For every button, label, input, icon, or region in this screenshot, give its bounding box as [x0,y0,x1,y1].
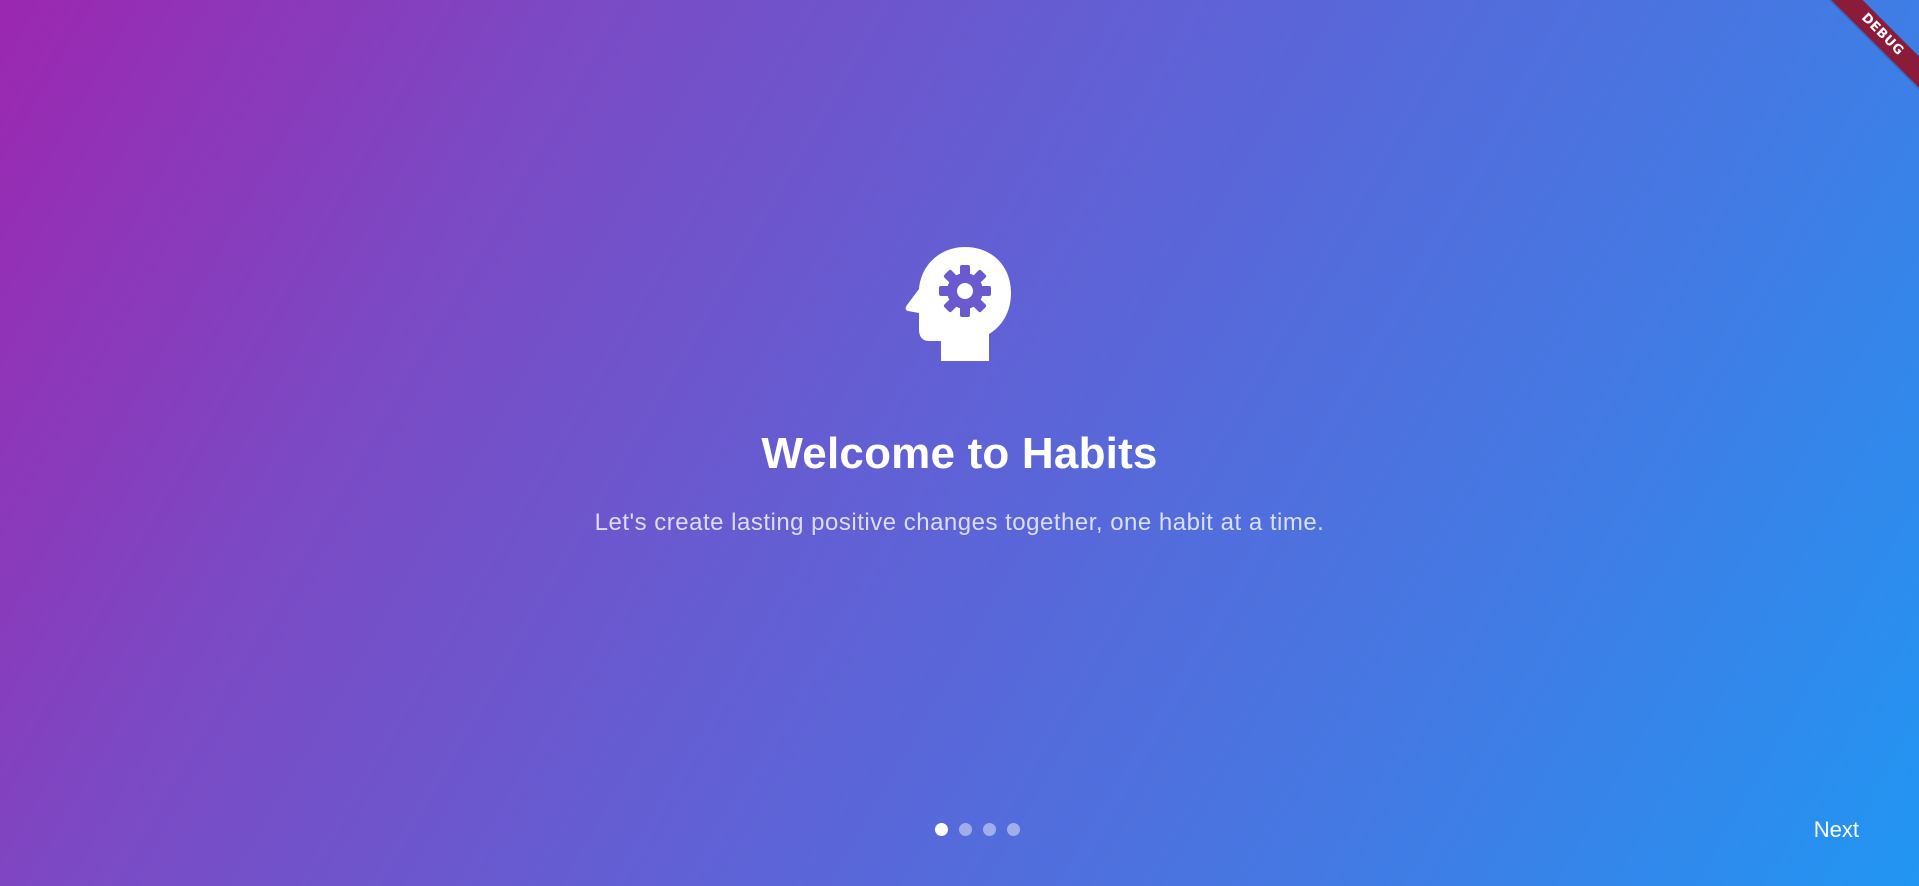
psychology-head-gear-icon [905,245,1015,363]
onboarding-page: Welcome to Habits Let's create lasting p… [0,0,1919,886]
page-dot-4[interactable] [1007,823,1020,836]
page-dot-2[interactable] [959,823,972,836]
next-button[interactable]: Next [1806,815,1867,845]
page-title: Welcome to Habits [761,429,1158,478]
page-subtitle: Let's create lasting positive changes to… [594,509,1325,536]
page-dot-1[interactable] [935,823,948,836]
page-indicator [935,823,1020,836]
page-dot-3[interactable] [983,823,996,836]
